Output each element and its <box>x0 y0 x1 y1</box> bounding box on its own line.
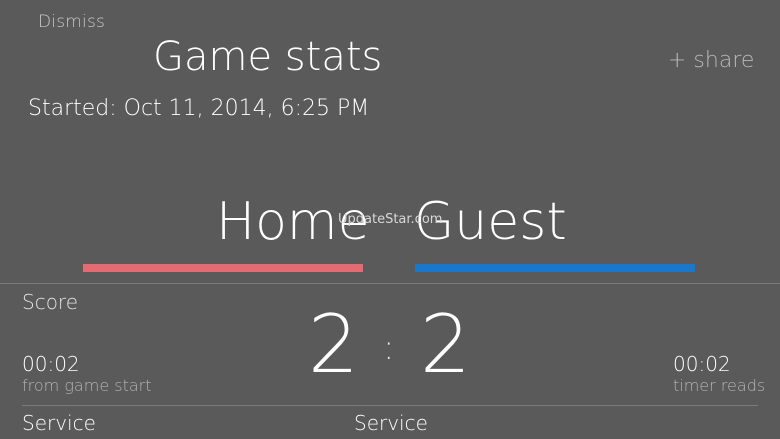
service-center-label: Service <box>354 411 428 435</box>
score-section-label: Score <box>22 290 79 314</box>
game-start-elapsed-caption: from game start <box>22 376 152 395</box>
page-title: Game stats <box>153 34 383 80</box>
section-divider <box>22 405 758 406</box>
home-team-color-bar <box>83 264 363 272</box>
game-start-elapsed: 00:02 <box>22 352 80 376</box>
score-separator: : <box>383 328 395 368</box>
timer-reading: 00:02 <box>673 352 731 376</box>
guest-score: 2 <box>420 298 471 391</box>
dismiss-button[interactable]: Dismiss <box>38 12 105 32</box>
timer-reading-caption: timer reads <box>673 376 766 395</box>
guest-team-color-bar <box>415 264 695 272</box>
share-button[interactable]: + share <box>668 48 754 73</box>
watermark-text: UpdateStar.com <box>338 212 443 227</box>
service-section-label: Service <box>22 411 96 435</box>
section-divider <box>0 283 780 284</box>
started-timestamp: Started: Oct 11, 2014, 6:25 PM <box>28 96 370 121</box>
home-score: 2 <box>308 298 359 391</box>
